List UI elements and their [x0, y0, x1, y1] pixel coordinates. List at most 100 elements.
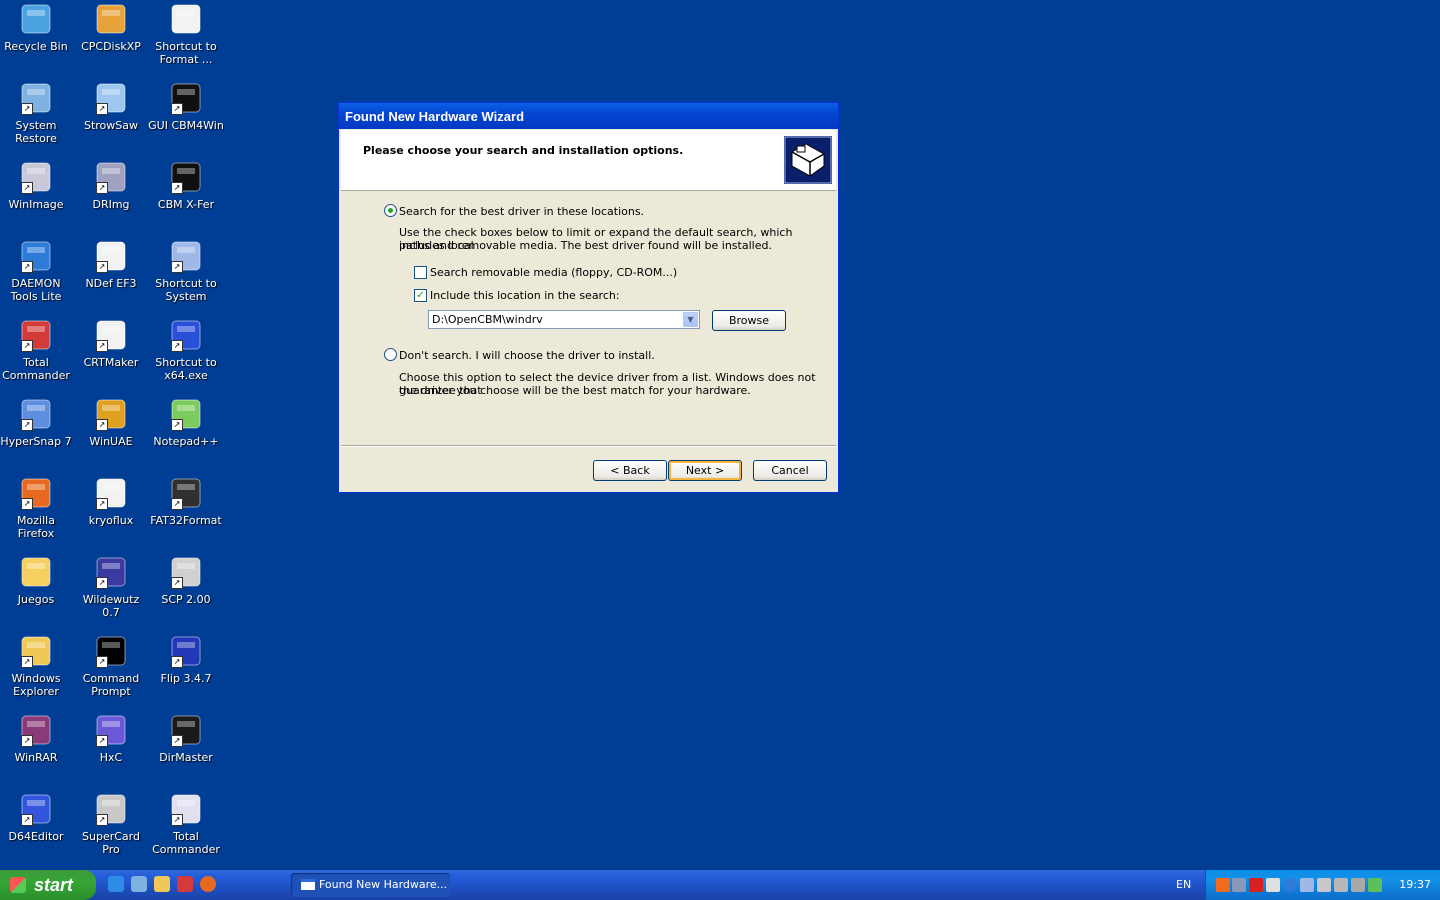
desktop-icon-hxc[interactable]: ↗ HxC	[73, 713, 149, 764]
shortcut-arrow-icon: ↗	[21, 419, 33, 431]
wizard-header: Please choose your search and installati…	[341, 130, 836, 191]
system-tray: 19:37	[1205, 870, 1440, 900]
cancel-button[interactable]: Cancel	[753, 460, 827, 481]
shortcut-arrow-icon: ↗	[21, 735, 33, 747]
desktop-icon-mozilla-firefox[interactable]: ↗ Mozilla Firefox	[0, 476, 74, 540]
language-indicator[interactable]: EN	[1176, 878, 1191, 891]
location-combobox[interactable]: D:\OpenCBM\windrv ▼	[428, 310, 700, 329]
desktop-icon-wildewutz-0-7[interactable]: ↗ Wildewutz 0.7	[73, 555, 149, 619]
desktop-icon-winuae[interactable]: ↗ WinUAE	[73, 397, 149, 448]
desktop-icon-winimage[interactable]: ↗ WinImage	[0, 160, 74, 211]
desktop-icon-dirmaster[interactable]: ↗ DirMaster	[148, 713, 224, 764]
desktop-icon-label: Juegos	[17, 593, 55, 606]
removable-media-checkbox[interactable]	[414, 266, 427, 279]
window-title[interactable]: Found New Hardware Wizard	[339, 103, 838, 129]
total-commander-icon[interactable]	[177, 876, 193, 892]
desktop-icon-windows-explorer[interactable]: ↗ Windows Explorer	[0, 634, 74, 698]
desktop-icon-label: Mozilla Firefox	[17, 514, 55, 540]
desktop-icon-flip-3-4-7[interactable]: ↗ Flip 3.4.7	[148, 634, 224, 685]
search-best-driver-radio[interactable]	[384, 204, 397, 217]
tray-network-icon[interactable]	[1232, 878, 1246, 892]
tray-ati-icon[interactable]	[1249, 878, 1263, 892]
internet-explorer-icon[interactable]	[108, 876, 124, 892]
firefox-icon[interactable]	[200, 876, 216, 892]
back-button[interactable]: < Back	[593, 460, 667, 481]
desktop-icon-command-prompt[interactable]: ↗ Command Prompt	[73, 634, 149, 698]
desktop-icon-daemon-tools-lite[interactable]: ↗ DAEMON Tools Lite	[0, 239, 74, 303]
outlook-express-icon[interactable]	[131, 876, 147, 892]
desktop-icon-d64editor[interactable]: ↗ D64Editor	[0, 792, 74, 843]
taskbar-wizard-button[interactable]: Found New Hardware...	[291, 873, 450, 897]
desktop-icon-total-commander[interactable]: ↗ Total Commander	[0, 318, 74, 382]
shortcut-arrow-icon: ↗	[96, 419, 108, 431]
desktop-icon-label: FAT32Format	[150, 514, 222, 527]
tray-daemon-icon[interactable]	[1283, 878, 1297, 892]
ndef-ef3-icon: ↗	[94, 239, 128, 273]
desktop-icon-shortcut-to-system[interactable]: ↗ Shortcut to System	[148, 239, 224, 303]
total-commander-icon: ↗	[169, 792, 203, 826]
tray-usb3-icon[interactable]	[1351, 878, 1365, 892]
tray-app-icon[interactable]	[1216, 878, 1230, 892]
shortcut-arrow-icon: ↗	[171, 577, 183, 589]
desktop-icon-label: GUI CBM4Win	[148, 119, 224, 132]
juegos-icon	[19, 555, 53, 589]
desktop-icon-label: Total Commander	[152, 830, 220, 856]
cpcdiskxp-icon	[94, 2, 128, 36]
desktop-icon-winrar[interactable]: ↗ WinRAR	[0, 713, 74, 764]
dont-search-label[interactable]: Don't search. I will choose the driver t…	[399, 349, 655, 362]
tray-hardware-icon[interactable]	[1266, 878, 1280, 892]
chevron-down-icon[interactable]: ▼	[683, 312, 698, 327]
desktop-icon-juegos[interactable]: Juegos	[0, 555, 74, 606]
d64editor-icon: ↗	[19, 792, 53, 826]
desktop-icon-system-restore[interactable]: ↗ System Restore	[0, 81, 74, 145]
next-button[interactable]: Next >	[668, 460, 742, 481]
desktop-icon-cpcdiskxp[interactable]: CPCDiskXP	[73, 2, 149, 53]
shortcut-arrow-icon: ↗	[96, 577, 108, 589]
desktop-icon-label: HxC	[99, 751, 123, 764]
start-button[interactable]: start	[0, 870, 96, 900]
desktop-icon-hypersnap-7[interactable]: ↗ HyperSnap 7	[0, 397, 74, 448]
desktop-icon-shortcut-to-format[interactable]: Shortcut to Format ...	[148, 2, 224, 66]
tray-usb-icon[interactable]	[1317, 878, 1331, 892]
desktop-icon-gui-cbm4win[interactable]: ↗ GUI CBM4Win	[148, 81, 224, 132]
wizard-heading: Please choose your search and installati…	[363, 144, 684, 157]
desktop-icon-total-commander[interactable]: ↗ Total Commander	[148, 792, 224, 856]
desktop-icon-kryoflux[interactable]: ↗ kryoflux	[73, 476, 149, 527]
desktop-icon-recycle-bin[interactable]: Recycle Bin	[0, 2, 74, 53]
tray-usb2-icon[interactable]	[1334, 878, 1348, 892]
desktop-icon-label: Wildewutz 0.7	[82, 593, 140, 619]
flip-3-4-7-icon: ↗	[169, 634, 203, 668]
tray-security-icon[interactable]	[1368, 878, 1382, 892]
removable-media-label[interactable]: Search removable media (floppy, CD-ROM..…	[430, 266, 677, 279]
desktop-icon-drimg[interactable]: ↗ DRImg	[73, 160, 149, 211]
desktop-icon-cbm-x-fer[interactable]: ↗ CBM X-Fer	[148, 160, 224, 211]
gui-cbm4win-icon: ↗	[169, 81, 203, 115]
desktop-icon-shortcut-to-x64-exe[interactable]: ↗ Shortcut to x64.exe	[148, 318, 224, 382]
desktop-icon-supercard-pro[interactable]: ↗ SuperCard Pro	[73, 792, 149, 856]
desktop-icon-label: CPCDiskXP	[81, 40, 141, 53]
tray-monitor-icon[interactable]	[1300, 878, 1314, 892]
cbm-x-fer-icon: ↗	[169, 160, 203, 194]
clock[interactable]: 19:37	[1399, 878, 1431, 891]
desktop-icon-crtmaker[interactable]: ↗ CRTMaker	[73, 318, 149, 369]
shortcut-arrow-icon: ↗	[171, 656, 183, 668]
dont-search-radio[interactable]	[384, 348, 397, 361]
desktop-icon-fat32format[interactable]: ↗ FAT32Format	[148, 476, 224, 527]
search-best-driver-label[interactable]: Search for the best driver in these loca…	[399, 205, 644, 218]
desktop-icon-label: Windows Explorer	[11, 672, 61, 698]
folder-icon[interactable]	[154, 876, 170, 892]
desktop-icon-label: DAEMON Tools Lite	[10, 277, 62, 303]
browse-button[interactable]: Browse	[712, 310, 786, 331]
desktop-icon-label: Shortcut to x64.exe	[155, 356, 217, 382]
hxc-icon: ↗	[94, 713, 128, 747]
desktop-icon-scp-2-00[interactable]: ↗ SCP 2.00	[148, 555, 224, 606]
desktop-icon-label: Recycle Bin	[4, 40, 68, 53]
location-value: D:\OpenCBM\windrv	[432, 313, 543, 326]
include-location-checkbox[interactable]: ✓	[414, 289, 427, 302]
include-location-label[interactable]: Include this location in the search:	[430, 289, 620, 302]
desktop-icon-ndef-ef3[interactable]: ↗ NDef EF3	[73, 239, 149, 290]
desktop-icon-strowsaw[interactable]: ↗ StrowSaw	[73, 81, 149, 132]
shortcut-arrow-icon: ↗	[171, 419, 183, 431]
desktop-icon-label: Notepad++	[153, 435, 219, 448]
desktop-icon-notepad[interactable]: ↗ Notepad++	[148, 397, 224, 448]
